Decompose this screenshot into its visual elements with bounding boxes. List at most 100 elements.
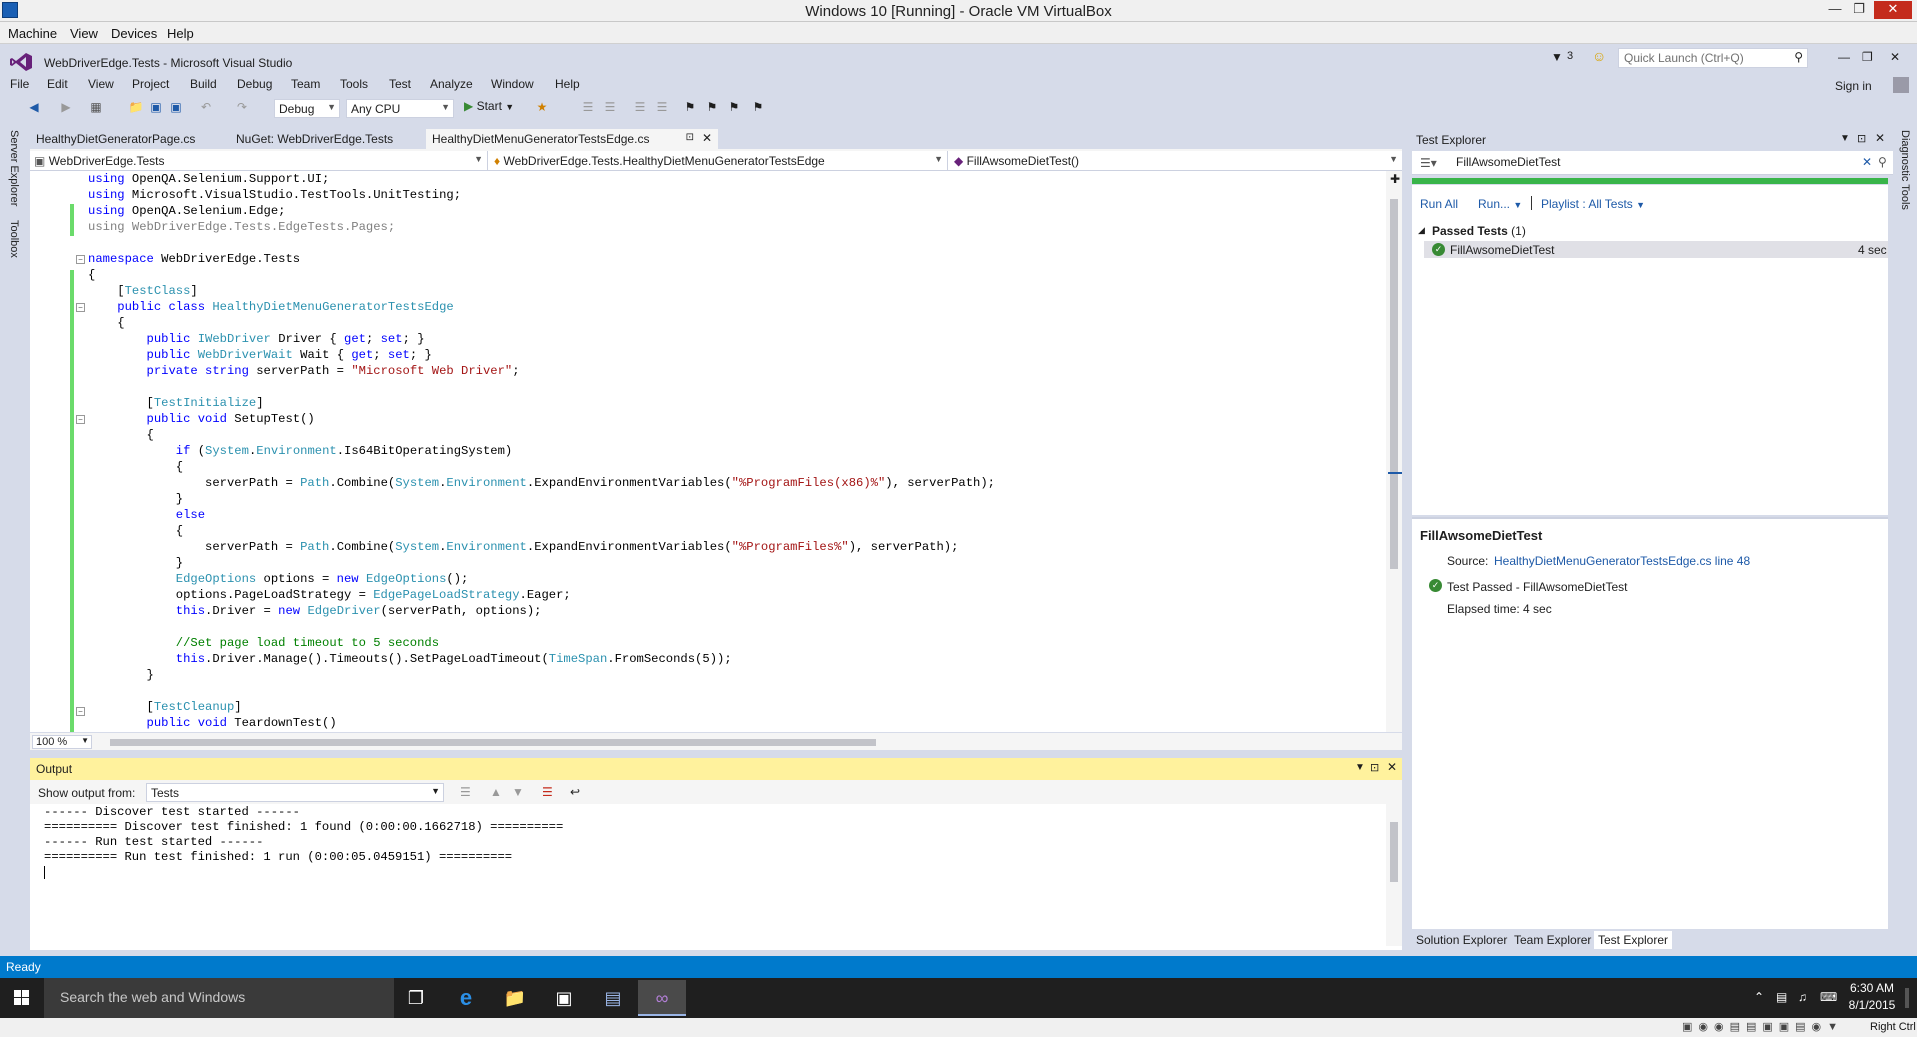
show-desktop-button[interactable] — [1905, 988, 1909, 1008]
menu-team[interactable]: Team — [291, 77, 320, 91]
diagnostic-tools-tab[interactable]: Diagnostic Tools — [1899, 130, 1911, 210]
file-explorer-icon[interactable]: 📁 — [491, 980, 539, 1016]
vbox-menu-machine[interactable]: Machine — [8, 26, 57, 41]
vbox-menu-help[interactable]: Help — [167, 26, 194, 41]
show-hidden-icons-icon[interactable]: ⌃ — [1754, 990, 1764, 1004]
virtual-machine-app-icon[interactable]: ▤ — [589, 980, 637, 1016]
scrollbar-thumb[interactable] — [1390, 822, 1398, 882]
volume-icon[interactable]: ♫ — [1798, 990, 1807, 1004]
vs-close-icon[interactable]: ✕ — [1890, 50, 1900, 64]
toolbox-tab[interactable]: Toolbox — [8, 220, 20, 258]
menu-edit[interactable]: Edit — [47, 77, 68, 91]
collapse-toggle[interactable]: − — [76, 255, 85, 264]
collapse-toggle[interactable]: − — [76, 415, 85, 424]
next-message-icon[interactable]: ▼ — [512, 785, 524, 799]
toolbar-tool-icon[interactable]: ☰ — [580, 100, 596, 116]
back-icon[interactable]: ◀ — [26, 100, 42, 116]
split-editor-icon[interactable]: ✚ — [1390, 172, 1400, 186]
scrollbar-thumb[interactable] — [110, 739, 876, 746]
pin-icon[interactable]: ⊡ — [1857, 132, 1866, 145]
member-dropdown[interactable]: ◆ FillAwsomeDietTest() ▼ — [950, 151, 1402, 171]
clear-all-icon[interactable]: ☰ — [542, 785, 553, 799]
pin-icon[interactable]: ⊡ — [686, 132, 694, 143]
windows-start-icon[interactable] — [0, 978, 44, 1018]
close-tab-icon[interactable]: ✕ — [702, 131, 712, 145]
detail-source-link[interactable]: HealthyDietMenuGeneratorTestsEdge.cs lin… — [1494, 554, 1750, 568]
bookmark-icon[interactable]: ⚑ — [682, 100, 698, 116]
task-view-icon[interactable]: ❐ — [392, 980, 440, 1016]
edge-browser-icon[interactable]: e — [442, 980, 490, 1016]
show-output-from-select[interactable]: Tests ▼ — [146, 783, 444, 802]
save-icon[interactable]: ▣ — [148, 100, 164, 116]
editor-vertical-scrollbar[interactable] — [1386, 171, 1402, 732]
taskbar-clock[interactable]: 6:30 AM 8/1/2015 — [1837, 980, 1907, 1014]
tab-healthy-diet-generator-page[interactable]: HealthyDietGeneratorPage.cs — [30, 129, 201, 149]
menu-window[interactable]: Window — [491, 77, 534, 91]
vbox-menu-devices[interactable]: Devices — [111, 26, 157, 41]
restore-icon[interactable]: ❐ — [1848, 1, 1870, 19]
tab-solution-explorer[interactable]: Solution Explorer — [1412, 931, 1511, 949]
class-dropdown[interactable]: ♦ WebDriverEdge.Tests.HealthyDietMenuGen… — [490, 151, 948, 171]
next-bookmark-icon[interactable]: ⚑ — [726, 100, 742, 116]
close-icon[interactable]: ✕ — [1874, 1, 1912, 19]
menu-help[interactable]: Help — [555, 77, 580, 91]
visual-studio-taskbar-icon[interactable]: ∞ — [638, 980, 686, 1016]
menu-debug[interactable]: Debug — [237, 77, 272, 91]
network-icon[interactable]: ▤ — [1776, 990, 1787, 1004]
tab-healthy-diet-menu-generator-tests-edge[interactable]: HealthyDietMenuGeneratorTestsEdge.cs ⊡ ✕ — [426, 129, 718, 149]
menu-analyze[interactable]: Analyze — [430, 77, 473, 91]
expand-group-icon[interactable]: ◢ — [1418, 225, 1425, 236]
project-dropdown[interactable]: ▣ WebDriverEdge.Tests ▼ — [30, 151, 488, 171]
group-by-icon[interactable]: ☰▾ — [1420, 156, 1437, 170]
clear-search-icon[interactable]: ✕ — [1862, 155, 1872, 169]
redo-icon[interactable]: ↷ — [234, 100, 250, 116]
vs-minimize-icon[interactable]: — — [1838, 50, 1850, 64]
menu-test[interactable]: Test — [389, 77, 411, 91]
previous-message-icon[interactable]: ▲ — [490, 785, 502, 799]
clear-bookmarks-icon[interactable]: ⚑ — [750, 100, 766, 116]
solution-config-select[interactable]: Debug ▼ — [274, 99, 340, 118]
tab-team-explorer[interactable]: Team Explorer — [1510, 931, 1595, 949]
passed-tests-group[interactable]: Passed Tests (1) — [1432, 224, 1526, 238]
uncomment-icon[interactable]: ☰ — [654, 100, 670, 116]
close-icon[interactable]: ✕ — [1387, 760, 1397, 774]
word-wrap-icon[interactable]: ↩ — [570, 785, 580, 799]
menu-build[interactable]: Build — [190, 77, 217, 91]
tab-test-explorer[interactable]: Test Explorer — [1594, 931, 1673, 949]
open-file-icon[interactable]: 📁 — [128, 100, 144, 116]
find-message-icon[interactable]: ☰ — [460, 785, 471, 799]
tab-nuget[interactable]: NuGet: WebDriverEdge.Tests — [230, 129, 399, 149]
collapse-toggle[interactable]: − — [76, 303, 85, 312]
input-indicator-icon[interactable]: ⌨ — [1820, 990, 1837, 1004]
find-in-files-icon[interactable]: ★ — [534, 100, 550, 116]
close-icon[interactable]: ✕ — [1875, 131, 1885, 145]
menu-file[interactable]: File — [10, 77, 29, 91]
menu-tools[interactable]: Tools — [340, 77, 368, 91]
forward-icon[interactable]: ▶ — [58, 100, 74, 116]
pin-icon[interactable]: ⊡ — [1370, 761, 1379, 774]
prev-bookmark-icon[interactable]: ⚑ — [704, 100, 720, 116]
zoom-level-select[interactable]: 100 % ▼ — [32, 735, 92, 749]
test-search-input[interactable]: FillAwsomeDietTest — [1452, 154, 1872, 172]
solution-platform-select[interactable]: Any CPU ▼ — [346, 99, 454, 118]
menu-project[interactable]: Project — [132, 77, 169, 91]
comment-icon[interactable]: ☰ — [632, 100, 648, 116]
new-project-icon[interactable]: ▦ — [88, 100, 104, 116]
playlist-dropdown[interactable]: Playlist : All Tests ▼ — [1541, 197, 1645, 211]
output-vertical-scrollbar[interactable] — [1386, 804, 1402, 946]
vbox-menu-view[interactable]: View — [70, 26, 98, 41]
chevron-down-icon[interactable]: ▼ — [1840, 133, 1850, 144]
run-link[interactable]: Run... ▼ — [1478, 197, 1522, 211]
menu-view[interactable]: View — [88, 77, 114, 91]
vs-restore-icon[interactable]: ❐ — [1862, 50, 1873, 64]
start-debugging-button[interactable]: ▶ Start ▼ — [464, 99, 514, 113]
quick-launch-input[interactable]: Quick Launch (Ctrl+Q) ⚲ — [1618, 48, 1808, 68]
chevron-down-icon[interactable]: ▼ — [1355, 762, 1365, 773]
minimize-icon[interactable]: — — [1824, 1, 1846, 19]
collapse-toggle[interactable]: − — [76, 707, 85, 716]
save-all-icon[interactable]: ▣ — [168, 100, 184, 116]
vbox-device-icons[interactable]: ▣◉◉▤▤▣▣▤◉▼ — [1682, 1020, 1844, 1033]
server-explorer-tab[interactable]: Server Explorer — [8, 130, 20, 206]
store-icon[interactable]: ▣ — [540, 980, 588, 1016]
taskbar-search-input[interactable]: Search the web and Windows — [44, 978, 394, 1018]
